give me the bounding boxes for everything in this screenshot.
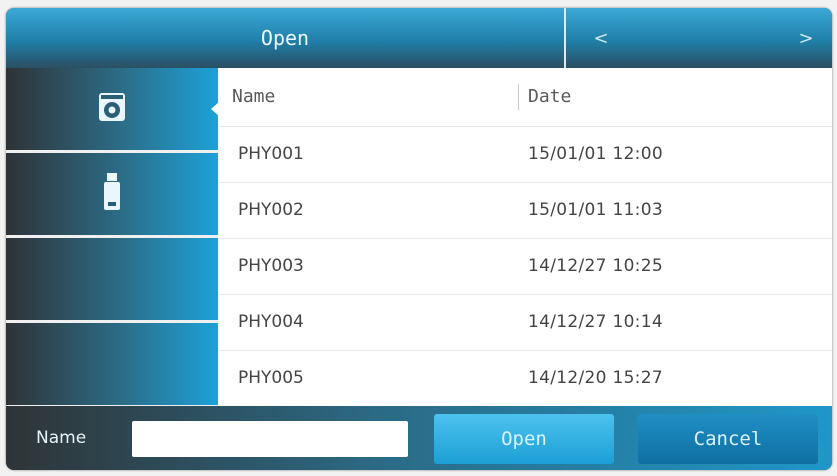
hard-disk-icon	[98, 92, 126, 126]
table-row[interactable]: PHY002 15/01/01 11:03	[218, 182, 832, 239]
column-divider	[518, 84, 519, 110]
column-header-date[interactable]: Date	[528, 68, 571, 126]
file-list-header: Name Date	[218, 68, 832, 127]
next-page-button[interactable]: >	[776, 8, 832, 68]
dialog-title: Open	[260, 26, 310, 50]
file-date: 14/12/20 15:27	[528, 368, 663, 388]
chevron-left-icon: <	[593, 27, 609, 49]
dialog-header: Open < >	[6, 8, 832, 68]
sidebar-item-empty-2[interactable]	[6, 323, 218, 405]
open-button[interactable]: Open	[434, 414, 614, 464]
open-dialog: Open < > Name Date PHY001 15/01/01 12:00…	[6, 8, 832, 470]
file-name: PHY005	[238, 368, 304, 388]
file-name: PHY003	[238, 256, 304, 276]
previous-page-button[interactable]: <	[571, 8, 631, 68]
storage-sidebar	[6, 68, 219, 406]
file-date: 14/12/27 10:14	[528, 312, 663, 332]
file-name-input[interactable]	[132, 421, 408, 457]
sidebar-item-empty-1[interactable]	[6, 238, 218, 320]
file-name: PHY004	[238, 312, 304, 332]
dialog-footer: Name Open Cancel	[6, 406, 832, 470]
cancel-button[interactable]: Cancel	[638, 414, 818, 464]
sidebar-item-usb-storage[interactable]	[6, 153, 218, 235]
table-row[interactable]: PHY004 14/12/27 10:14	[218, 294, 832, 351]
chevron-right-icon: >	[798, 27, 814, 49]
file-date: 15/01/01 11:03	[528, 200, 663, 220]
file-list: Name Date PHY001 15/01/01 12:00 PHY002 1…	[218, 68, 832, 406]
usb-drive-icon	[103, 173, 121, 215]
file-date: 15/01/01 12:00	[528, 144, 663, 164]
file-date: 14/12/27 10:25	[528, 256, 663, 276]
file-name: PHY001	[238, 144, 304, 164]
sidebar-item-internal-storage[interactable]	[6, 68, 219, 150]
header-divider	[564, 8, 566, 68]
file-name: PHY002	[238, 200, 304, 220]
table-row[interactable]: PHY001 15/01/01 12:00	[218, 126, 832, 183]
table-row[interactable]: PHY005 14/12/20 15:27	[218, 350, 832, 406]
name-field-label: Name	[36, 428, 87, 448]
table-row[interactable]: PHY003 14/12/27 10:25	[218, 238, 832, 295]
column-header-name[interactable]: Name	[232, 68, 275, 126]
